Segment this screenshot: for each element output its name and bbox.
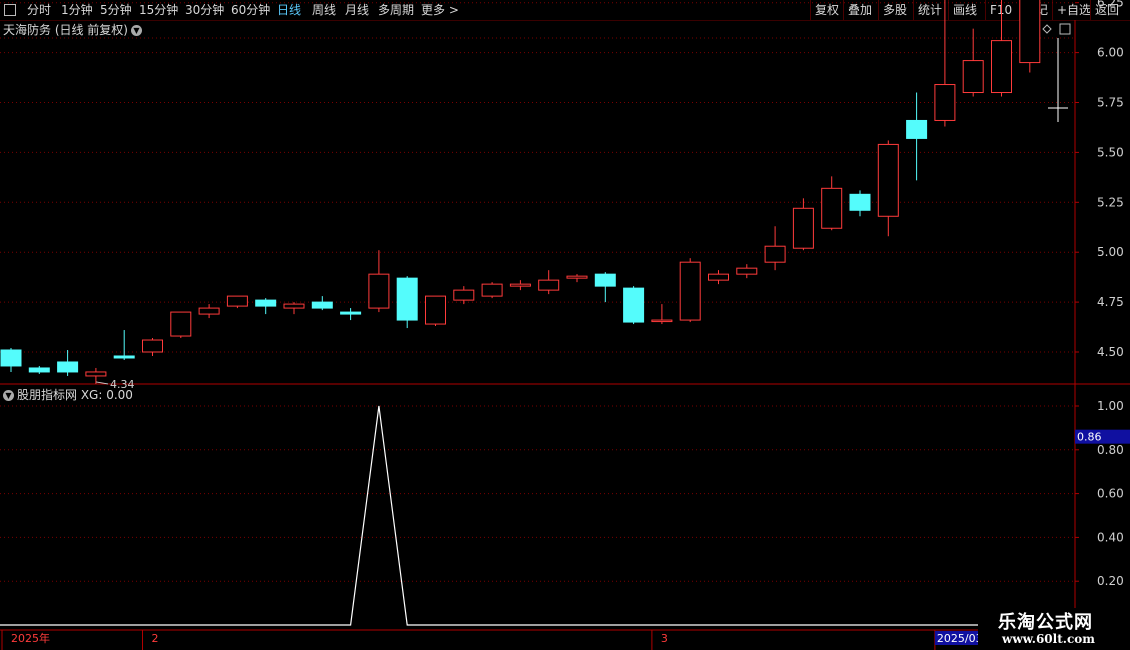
candle-body-up	[170, 311, 192, 337]
price-tick-label: 5.75	[1097, 96, 1124, 110]
indicator-tick-label: 0.40	[1097, 530, 1124, 544]
candle-body-down	[396, 277, 418, 321]
candle-body-up	[651, 319, 673, 323]
candle-body-down	[311, 301, 333, 309]
candle-body-up	[792, 207, 814, 249]
candle-body-up	[226, 295, 248, 307]
indicator-tick-label: 0.60	[1097, 487, 1124, 501]
candle-body-up	[877, 143, 899, 217]
candle-body-up	[566, 275, 588, 279]
candle-body-down	[0, 349, 22, 367]
candle-body-up	[283, 303, 305, 309]
candle-body-down	[113, 355, 135, 359]
price-tick-label: 6.00	[1097, 46, 1124, 60]
candle-body-down	[906, 119, 928, 139]
time-axis-label: 2025/03	[937, 632, 983, 645]
price-tick-label: 4.50	[1097, 345, 1124, 359]
time-axis-label: 3	[661, 632, 668, 645]
stock-chart: 4.504.755.005.255.505.756.006.256.506.75…	[0, 0, 1130, 650]
panel-toggle-icon	[1059, 23, 1071, 35]
candle-body-down	[594, 273, 616, 287]
candle-body-up	[821, 187, 843, 229]
candle-body-up	[368, 273, 390, 309]
xg-series-line	[0, 405, 1075, 626]
watermark-url: www.60lt.com	[1002, 632, 1095, 646]
candle-body-up	[708, 273, 729, 281]
indicator-tick-label: 0.20	[1097, 574, 1124, 588]
candle-body-up	[679, 261, 701, 321]
candle-body-up	[1019, 0, 1041, 64]
indicator-tick-label: 0.80	[1097, 443, 1124, 457]
price-tick-label: 4.75	[1097, 295, 1124, 309]
candle-body-up	[962, 60, 984, 94]
indicator-tick-label: 1.00	[1097, 399, 1124, 413]
time-axis-label: 2	[152, 632, 159, 645]
candle-body-down	[849, 193, 871, 211]
candle-body-up	[736, 267, 758, 275]
price-tick-label: 5.25	[1097, 195, 1124, 209]
candle-body-up	[453, 289, 475, 301]
candle-body-up	[538, 279, 560, 291]
candle-body-down	[28, 367, 50, 373]
candle-body-up	[85, 371, 107, 377]
candle-body-up	[934, 84, 956, 121]
candle-body-up	[425, 295, 446, 325]
candle-body-up	[991, 40, 1012, 94]
low-price-label: 4.34	[110, 378, 135, 391]
candle-body-down	[57, 361, 79, 373]
candle-body-up	[509, 283, 531, 287]
candle-body-down	[623, 287, 645, 323]
candle-body-down	[340, 311, 362, 315]
candle-body-up	[142, 339, 163, 353]
price-tick-label: 5.50	[1097, 145, 1124, 159]
candle-body-up	[764, 245, 786, 263]
price-tick-label: 6.25	[1097, 0, 1124, 10]
watermark-name: 乐淘公式网	[998, 612, 1093, 633]
candle-body-up	[198, 307, 220, 315]
value-badge-label: 0.86	[1077, 431, 1102, 444]
price-tick-label: 5.00	[1097, 245, 1124, 259]
candle-body-down	[255, 299, 277, 307]
candle-body-up	[481, 283, 503, 297]
time-axis-label: 2025年	[11, 631, 50, 645]
diamond-icon	[1042, 24, 1052, 34]
